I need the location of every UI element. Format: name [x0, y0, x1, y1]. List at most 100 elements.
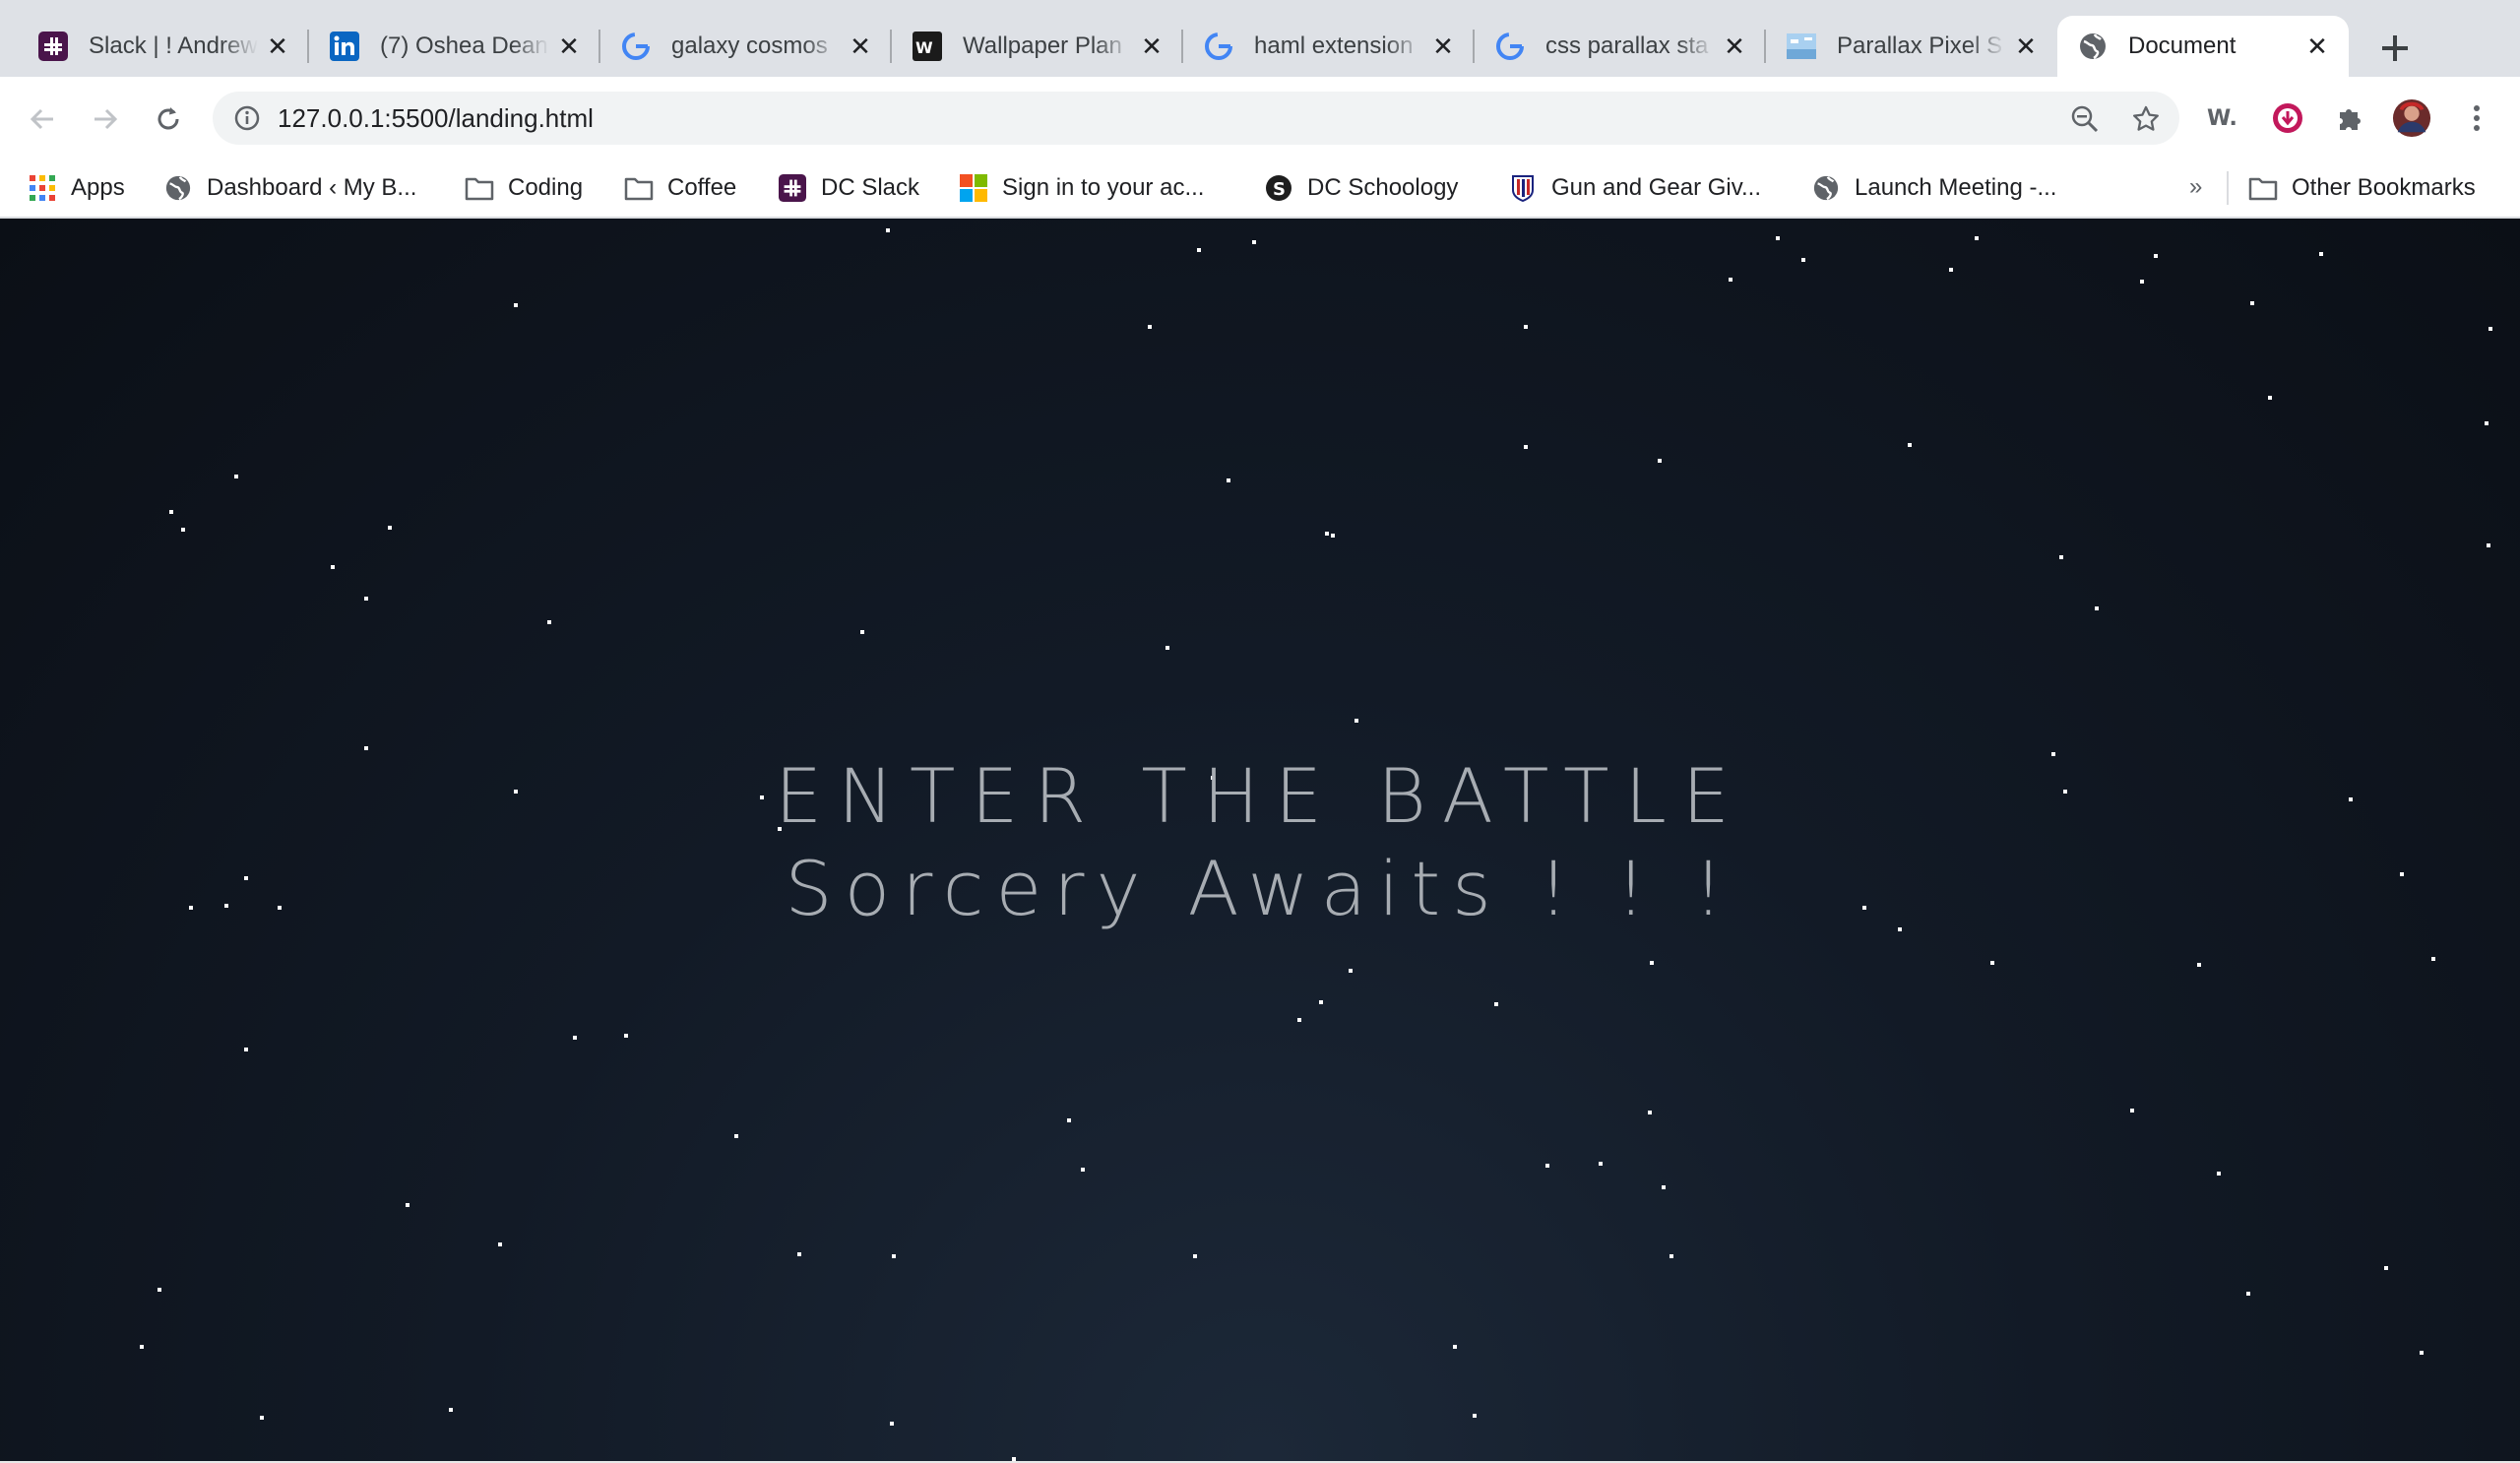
bookmark-dashboard[interactable]: Dashboard ‹ My B...	[163, 169, 416, 207]
star	[547, 620, 551, 624]
star	[1729, 278, 1732, 282]
tab-google-parallax[interactable]: css parallax sta ✕	[1475, 16, 1766, 77]
info-icon[interactable]	[232, 103, 262, 133]
star	[260, 1416, 264, 1420]
url-text[interactable]: 127.0.0.1:5500/landing.html	[278, 103, 2179, 134]
close-tab-icon[interactable]: ✕	[847, 32, 874, 61]
tab-document-active[interactable]: Document ✕	[2057, 16, 2349, 77]
star	[1193, 1254, 1197, 1258]
star	[1658, 459, 1662, 463]
tab-title: Slack | ! Andrew	[89, 32, 258, 59]
folder-icon	[465, 173, 494, 203]
globe-icon	[1811, 173, 1841, 203]
bookmark-apps[interactable]: Apps	[28, 169, 125, 207]
reload-button[interactable]	[146, 96, 191, 142]
star	[2197, 963, 2201, 967]
back-arrow-icon	[30, 108, 53, 130]
zoom-out-icon[interactable]	[2069, 103, 2101, 135]
tab-google-haml[interactable]: haml extension ✕	[1183, 16, 1475, 77]
star	[181, 528, 185, 532]
plus-icon	[2382, 35, 2408, 61]
schoology-icon: S	[1264, 173, 1293, 203]
star	[158, 1288, 161, 1292]
bookmark-label: DC Slack	[821, 174, 920, 201]
star	[2319, 252, 2323, 256]
bookmark-folder-coffee[interactable]: Coffee	[624, 169, 736, 207]
back-button[interactable]	[20, 96, 65, 142]
star	[234, 475, 238, 478]
star	[2140, 280, 2144, 284]
bookmark-microsoft-signin[interactable]: Sign in to your ac...	[959, 169, 1204, 207]
google-icon	[1494, 31, 1526, 62]
star	[1227, 478, 1230, 482]
bookmark-dc-slack[interactable]: DC Slack	[778, 169, 919, 207]
star	[2488, 327, 2492, 331]
star	[1670, 1254, 1673, 1258]
close-tab-icon[interactable]: ✕	[1138, 32, 1166, 61]
star	[573, 1036, 577, 1040]
avatar[interactable]	[2392, 98, 2431, 138]
star	[2246, 1292, 2250, 1296]
bookmarks-overflow-chevron-icon[interactable]: »	[2189, 173, 2202, 201]
bookmark-folder-coding[interactable]: Coding	[465, 169, 583, 207]
tab-title: Parallax Pixel S	[1837, 32, 2003, 59]
globe-icon	[2077, 31, 2109, 62]
close-tab-icon[interactable]: ✕	[1721, 32, 1748, 61]
star	[1662, 1185, 1666, 1189]
address-bar[interactable]: 127.0.0.1:5500/landing.html	[213, 92, 2179, 145]
tab-title: Document	[2128, 32, 2236, 59]
star	[1908, 443, 1912, 447]
close-tab-icon[interactable]: ✕	[2303, 32, 2331, 61]
reload-icon	[158, 107, 179, 130]
bookmark-star-icon[interactable]	[2130, 103, 2162, 135]
hero-text: ENTER THE BATTLE Sorcery Awaits ! ! !	[0, 750, 2520, 935]
svg-text:W.: W.	[2207, 106, 2237, 131]
star	[1650, 961, 1654, 965]
bookmark-other-bookmarks[interactable]: Other Bookmarks	[2248, 169, 2476, 207]
menu-kebab-icon[interactable]	[2457, 98, 2496, 138]
star	[1325, 532, 1329, 536]
folder-icon	[624, 173, 654, 203]
close-tab-icon[interactable]: ✕	[264, 32, 291, 61]
star	[2487, 543, 2490, 547]
tab-title: Wallpaper Plan	[963, 32, 1122, 59]
tab-parallax-pixel[interactable]: Parallax Pixel S ✕	[1766, 16, 2057, 77]
bookmark-dc-schoology[interactable]: S DC Schoology	[1264, 169, 1458, 207]
bookmark-launch-meeting[interactable]: Launch Meeting -...	[1811, 169, 2056, 207]
star	[2268, 396, 2272, 400]
star	[1297, 1018, 1301, 1022]
star	[514, 303, 518, 307]
star	[388, 526, 392, 530]
slack-icon	[778, 173, 807, 203]
new-tab-button[interactable]	[2370, 24, 2420, 73]
page-viewport: ENTER THE BATTLE Sorcery Awaits ! ! !	[0, 219, 2520, 1461]
browser-toolbar: 127.0.0.1:5500/landing.html W.	[0, 77, 2520, 159]
wallpaper-icon: W	[912, 31, 943, 62]
star	[886, 228, 890, 232]
star	[1252, 240, 1256, 244]
star	[1648, 1111, 1652, 1114]
tab-wallpaper[interactable]: W Wallpaper Plan ✕	[892, 16, 1183, 77]
tab-slack[interactable]: Slack | ! Andrew ✕	[18, 16, 309, 77]
download-extension-icon[interactable]	[2268, 98, 2307, 138]
star	[2420, 1351, 2424, 1355]
star	[1349, 969, 1353, 973]
tab-google-galaxy[interactable]: galaxy cosmos ✕	[600, 16, 892, 77]
close-tab-icon[interactable]: ✕	[1429, 32, 1457, 61]
close-tab-icon[interactable]: ✕	[555, 32, 583, 61]
star	[1524, 325, 1528, 329]
star	[2250, 301, 2254, 305]
star	[331, 565, 335, 569]
star	[498, 1242, 502, 1246]
tab-strip: Slack | ! Andrew ✕ (7) Oshea Dean ✕ gala…	[0, 0, 2520, 77]
star	[1331, 534, 1335, 538]
extensions-puzzle-icon[interactable]	[2331, 98, 2370, 138]
wappalyzer-extension-icon[interactable]: W.	[2205, 98, 2244, 138]
close-tab-icon[interactable]: ✕	[2012, 32, 2040, 61]
google-icon	[1203, 31, 1234, 62]
forward-button[interactable]	[83, 96, 128, 142]
bookmark-label: Dashboard ‹ My B...	[207, 174, 417, 201]
tab-linkedin[interactable]: (7) Oshea Dean ✕	[309, 16, 600, 77]
star	[2384, 1266, 2388, 1270]
bookmark-gun-and-gear[interactable]: Gun and Gear Giv...	[1508, 169, 1761, 207]
